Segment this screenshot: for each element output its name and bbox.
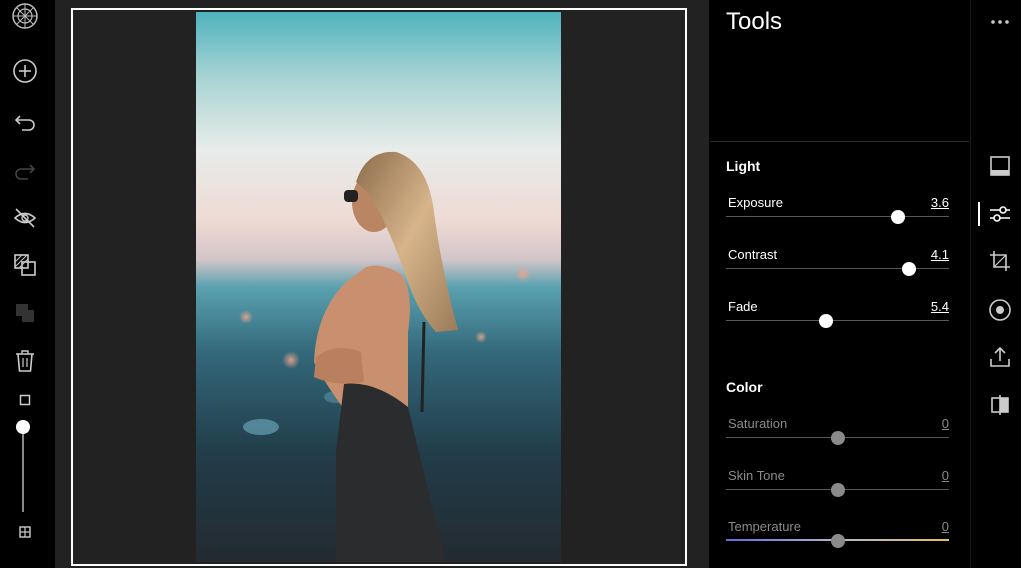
add-icon[interactable]: [9, 55, 41, 87]
adjustment-value[interactable]: 0: [942, 519, 949, 534]
more-icon[interactable]: [985, 7, 1015, 37]
frame-icon[interactable]: [985, 151, 1015, 181]
adjustment-value[interactable]: 3.6: [931, 195, 949, 210]
panel-title: Tools: [726, 8, 783, 35]
adjustment-label: Temperature: [728, 519, 801, 534]
section-title-color: Color: [726, 379, 763, 395]
photo-image: [196, 12, 561, 562]
compare-icon[interactable]: [9, 249, 41, 281]
trash-icon[interactable]: [9, 345, 41, 377]
right-tab-bar: [970, 0, 1021, 568]
slider-thumb[interactable]: [830, 431, 845, 445]
adjustment-skin-tone: Skin Tone 0: [726, 468, 949, 512]
redo-icon[interactable]: [9, 154, 41, 186]
slider-track[interactable]: [726, 320, 949, 321]
slider-thumb[interactable]: [830, 483, 845, 497]
adjustment-label: Contrast: [728, 247, 778, 262]
divider: [710, 141, 969, 142]
hide-icon[interactable]: [9, 202, 41, 234]
adjustment-value[interactable]: 4.1: [931, 247, 949, 262]
adjustment-value[interactable]: 5.4: [931, 299, 949, 314]
adjustment-fade: Fade 5.4: [726, 299, 949, 343]
image-canvas: [55, 0, 709, 568]
slider-thumb[interactable]: [819, 314, 834, 328]
tools-panel: Tools Light Exposure 3.6 Contrast 4.1 Fa…: [710, 0, 969, 568]
left-toolbar: [0, 0, 53, 568]
copy-icon[interactable]: [9, 297, 41, 329]
adjustment-label: Saturation: [728, 416, 788, 431]
adjustment-label: Skin Tone: [728, 468, 785, 483]
vsco-logo-icon[interactable]: [9, 0, 41, 32]
square-icon[interactable]: [9, 384, 41, 416]
crop-icon[interactable]: [985, 246, 1015, 276]
adjustment-value[interactable]: 0: [942, 416, 949, 431]
export-icon[interactable]: [985, 342, 1015, 372]
section-title-light: Light: [726, 158, 761, 174]
slider-track[interactable]: [726, 216, 949, 217]
slider-thumb[interactable]: [830, 534, 845, 548]
adjustment-exposure: Exposure 3.6: [726, 195, 949, 239]
sliders-icon[interactable]: [985, 199, 1015, 229]
adjustment-label: Fade: [728, 299, 758, 314]
adjustment-saturation: Saturation 0: [726, 416, 949, 460]
slider-thumb[interactable]: [890, 210, 905, 224]
active-tab-indicator: [978, 202, 980, 226]
zoom-slider[interactable]: [16, 420, 30, 515]
split-icon[interactable]: [985, 390, 1015, 420]
adjustment-label: Exposure: [728, 195, 783, 210]
slider-thumb[interactable]: [901, 262, 916, 276]
adjustment-value[interactable]: 0: [942, 468, 949, 483]
adjustment-temperature: Temperature 0: [726, 519, 949, 563]
grid-icon[interactable]: [9, 516, 41, 548]
adjustment-contrast: Contrast 4.1: [726, 247, 949, 291]
effects-icon[interactable]: [985, 295, 1015, 325]
undo-icon[interactable]: [9, 105, 41, 137]
